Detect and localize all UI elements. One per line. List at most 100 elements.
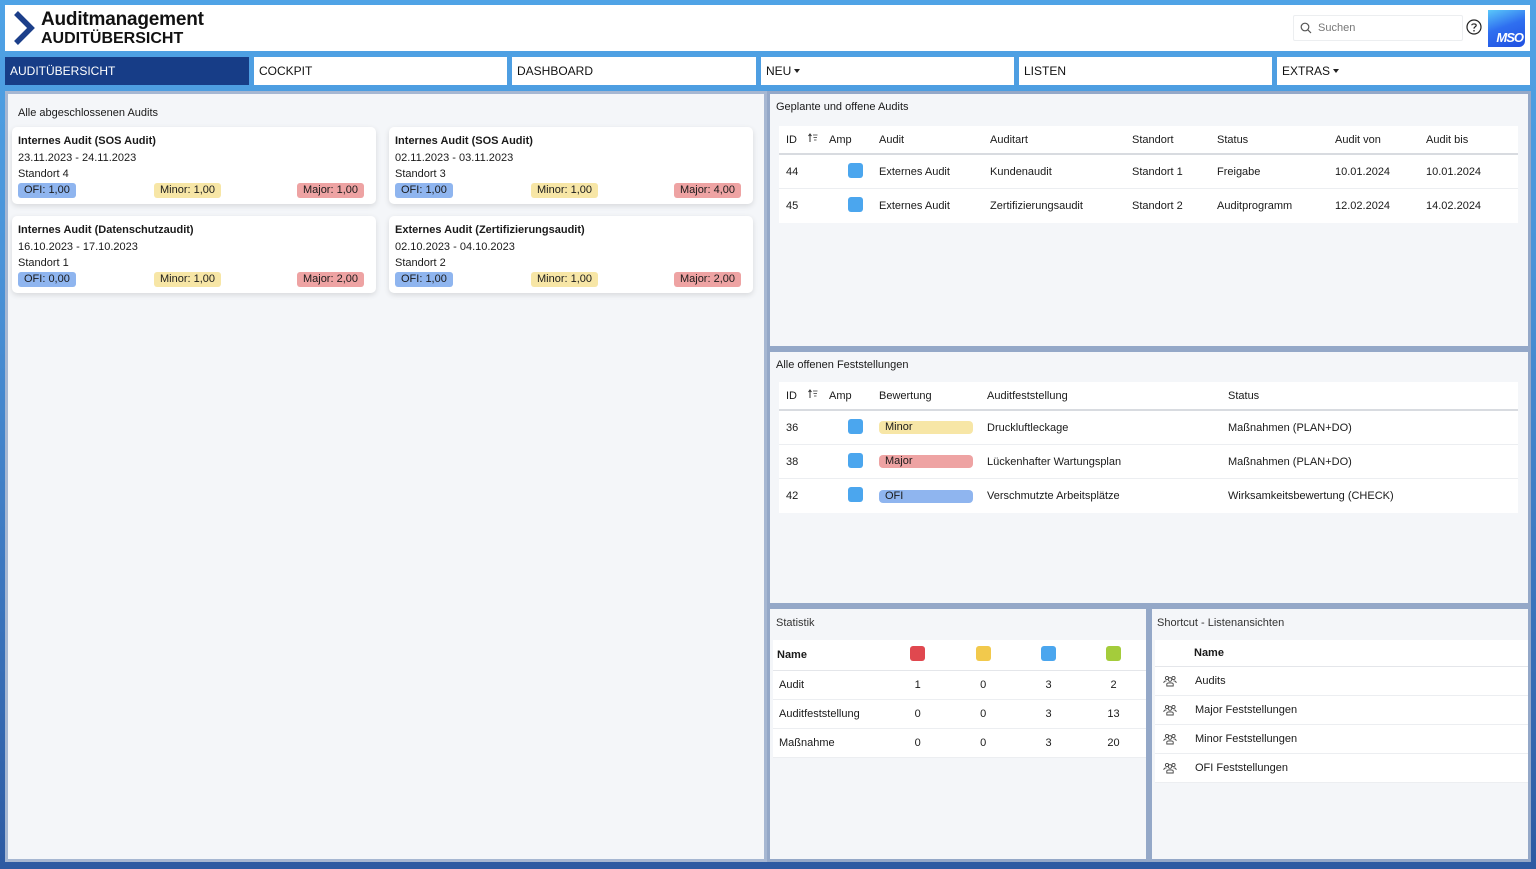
shortcut-item-audits[interactable]: Audits [1155,667,1528,696]
col-header-id[interactable]: ID [779,134,808,146]
audit-card-dates: 23.11.2023 - 24.11.2023 [18,151,137,164]
cell-standort: Standort 1 [1132,165,1183,178]
amp-status-indicator [848,452,863,468]
search-field[interactable] [1293,15,1463,41]
sort-toggle[interactable] [808,133,829,146]
nav-tab-listen[interactable]: LISTEN [1019,57,1272,85]
nav-tab-neu[interactable]: NEU [761,57,1014,85]
amp-status-indicator [848,418,863,434]
col-header-auditfeststellung[interactable]: Auditfeststellung [987,390,1228,402]
cell-audit: Externes Audit [879,165,950,178]
audit-card-title: Externes Audit (Zertifizierungsaudit) [395,224,585,236]
shortcut-item-minor-feststellungen[interactable]: Minor Feststellungen [1155,725,1528,754]
cell-auditart: Kundenaudit [990,165,1052,178]
cell-bewertung: Major [879,455,987,468]
audit-card[interactable]: Internes Audit (SOS Audit) 23.11.2023 - … [12,127,376,204]
table-row[interactable]: Audit 1 0 3 2 [773,671,1146,700]
col-header-standort[interactable]: Standort [1132,134,1217,146]
cell-bewertung: Minor [879,421,987,434]
cell-id: 42 [786,490,799,502]
page-title: AUDITÜBERSICHT [41,29,184,47]
col-header-id[interactable]: ID [779,390,808,402]
search-icon [1300,22,1312,34]
shortcut-item-ofi-feststellungen[interactable]: OFI Feststellungen [1155,754,1528,783]
col-header-auditart[interactable]: Auditart [990,134,1132,146]
table-row[interactable]: Auditfeststellung 0 0 3 13 [773,700,1146,729]
shortcut-item-major-feststellungen[interactable]: Major Feststellungen [1155,696,1528,725]
audit-card-title: Internes Audit (SOS Audit) [395,135,533,147]
audit-card-site: Standort 3 [395,168,446,180]
major-badge: Major: 2,00 [296,271,364,287]
table-header: ID Amp Bewertung Auditfeststellung Statu… [779,382,1518,411]
status-red-indicator [910,646,926,661]
col-header-bewertung[interactable]: Bewertung [879,390,987,402]
stat-value: 20 [1107,737,1120,749]
status-yellow-indicator [975,646,991,661]
col-header-audit[interactable]: Audit [879,134,990,146]
open-findings-table: ID Amp Bewertung Auditfeststellung Statu… [779,382,1518,513]
col-header-amp[interactable]: Amp [829,134,879,146]
col-header-audit-von[interactable]: Audit von [1335,134,1426,146]
cell-id: 38 [786,455,799,468]
major-badge: Major: 1,00 [296,182,364,198]
nav-tab-cockpit[interactable]: COCKPIT [254,57,507,85]
open-findings-panel: Alle offenen Feststellungen ID Amp Bewer… [767,349,1531,606]
stat-value: 13 [1107,708,1120,720]
sort-toggle[interactable] [808,389,829,402]
cell-audit-von: 12.02.2024 [1335,200,1391,212]
audit-card-site: Standort 4 [18,168,69,180]
table-row[interactable]: 42 OFI Verschmutzte Arbeitsplätze Wirksa… [779,479,1518,513]
stat-value: 3 [1045,737,1052,749]
cell-id: 44 [786,165,799,178]
nav-label: NEU [766,64,792,78]
col-header-audit-bis[interactable]: Audit bis [1426,134,1506,146]
minor-badge: Minor: 1,00 [154,271,222,287]
audit-card[interactable]: Internes Audit (Datenschutzaudit) 16.10.… [12,216,376,293]
users-icon [1155,733,1195,745]
stat-name: Auditfeststellung [779,708,860,720]
nav-label: LISTEN [1024,64,1067,78]
audit-card-dates: 16.10.2023 - 17.10.2023 [18,240,138,253]
table-row[interactable]: 45 Externes Audit Zertifizierungsaudit S… [779,189,1518,223]
panel-title: Alle offenen Feststellungen [776,359,909,371]
col-header-status[interactable]: Status [1228,390,1428,402]
rating-pill-minor: Minor [879,421,973,434]
cell-status: Freigabe [1217,165,1261,178]
audit-card-title: Internes Audit (SOS Audit) [18,135,156,147]
amp-status-indicator [848,487,863,502]
panel-title: Geplante und offene Audits [776,101,909,113]
rating-pill-major: Major [879,455,973,468]
table-row[interactable]: Maßnahme 0 0 3 20 [773,729,1146,758]
table-row[interactable]: 44 Externes Audit Kundenaudit Standort 1… [779,155,1518,189]
stat-value: 0 [980,708,987,720]
search-input[interactable] [1318,22,1448,34]
minor-badge: Minor: 1,00 [154,182,222,198]
col-header-status[interactable]: Status [1217,134,1335,146]
caret-down-icon [1333,69,1340,73]
table-row[interactable]: 38 Major Lückenhafter Wartungsplan Maßna… [779,445,1518,479]
stat-name: Maßnahme [779,737,835,749]
audit-card[interactable]: Internes Audit (SOS Audit) 02.11.2023 - … [389,127,753,204]
ofi-badge: OFI: 1,00 [395,271,453,287]
table-row[interactable]: 36 Minor Druckluftleckage Maßnahmen (PLA… [779,411,1518,445]
nav-tab-dashboard[interactable]: DASHBOARD [512,57,756,85]
company-logo: MSO [1488,10,1525,47]
nav-tab-auditubersicht[interactable]: AUDITÜBERSICHT [5,57,249,85]
stat-value: 3 [1045,679,1052,691]
cell-standort: Standort 2 [1132,200,1183,212]
main-nav: AUDITÜBERSICHT COCKPIT DASHBOARD NEU LIS… [5,57,1530,85]
cell-audit-von: 10.01.2024 [1335,165,1391,178]
amp-cell [829,162,879,181]
cell-status: Maßnahmen (PLAN+DO) [1228,421,1352,434]
col-header-name: Name [777,649,807,661]
audit-card[interactable]: Externes Audit (Zertifizierungsaudit) 02… [389,216,753,293]
planned-audits-panel: Geplante und offene Audits ID Amp Audit … [767,91,1531,349]
shortcut-label: Audits [1195,675,1226,687]
audit-card-dates: 02.10.2023 - 04.10.2023 [395,240,515,253]
cell-auditfeststellung: Lückenhafter Wartungsplan [987,455,1122,468]
col-header-amp[interactable]: Amp [829,390,879,402]
users-icon [1155,675,1195,687]
nav-tab-extras[interactable]: EXTRAS [1277,57,1530,85]
help-icon[interactable] [1466,19,1482,35]
major-badge: Major: 2,00 [673,271,741,287]
